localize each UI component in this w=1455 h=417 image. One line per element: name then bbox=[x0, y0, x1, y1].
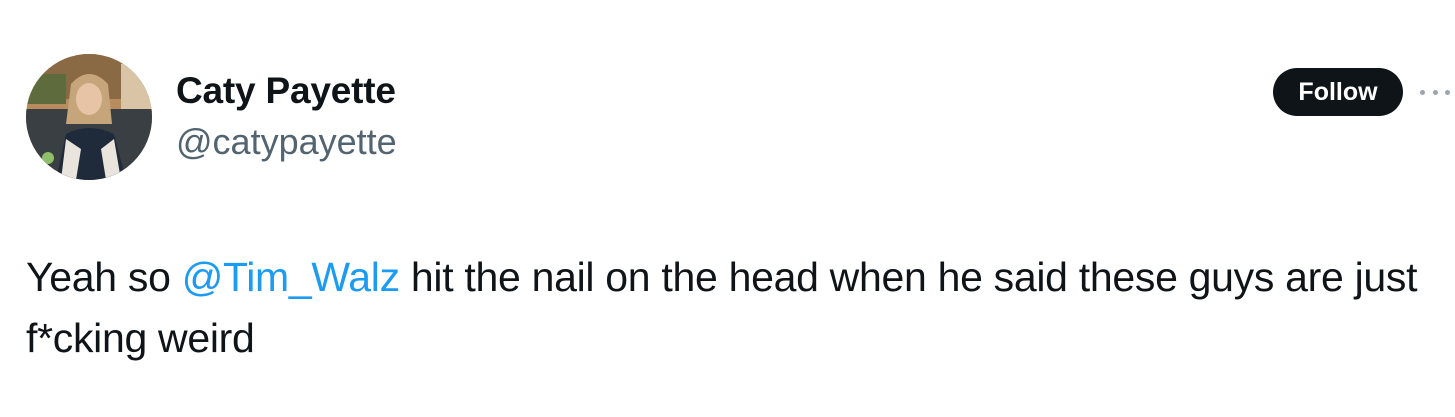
display-name[interactable]: Caty Payette bbox=[176, 70, 396, 112]
tweet-text: Yeah so @Tim_Walz hit the nail on the he… bbox=[26, 247, 1426, 369]
tweet-text-part: Yeah so bbox=[26, 254, 182, 300]
ellipsis-icon[interactable] bbox=[1420, 82, 1450, 102]
mention-link[interactable]: @Tim_Walz bbox=[182, 254, 400, 300]
dot bbox=[1445, 89, 1450, 95]
dot bbox=[1420, 89, 1425, 95]
tweet-card: Caty Payette @catypayette Follow Yeah so… bbox=[0, 0, 1455, 417]
follow-button[interactable]: Follow bbox=[1273, 68, 1403, 116]
handle[interactable]: @catypayette bbox=[176, 121, 397, 163]
avatar-photo bbox=[26, 54, 152, 180]
avatar[interactable] bbox=[26, 54, 152, 180]
dot bbox=[1432, 89, 1438, 95]
